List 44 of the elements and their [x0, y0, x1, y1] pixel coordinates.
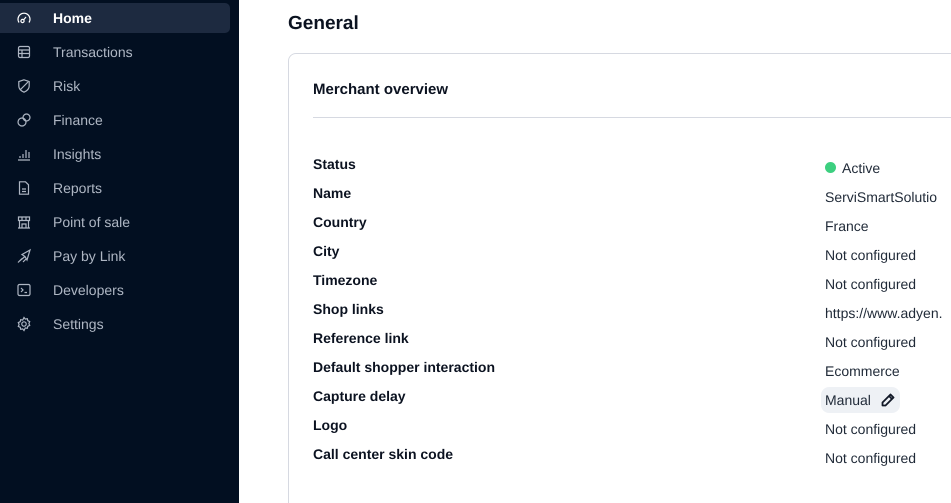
- field-value: France: [825, 218, 869, 234]
- sidebar-item[interactable]: Risk: [0, 71, 230, 101]
- store-icon: [16, 214, 32, 230]
- card-title: Merchant overview: [313, 80, 450, 100]
- field-label: Call center skin code: [313, 446, 454, 462]
- field-value: Not configured: [825, 334, 916, 350]
- edit-button[interactable]: Manual: [821, 386, 900, 412]
- pencil-icon: [880, 392, 896, 408]
- field-label: Country: [313, 214, 368, 230]
- field-label: Shop links: [313, 300, 385, 316]
- field-label: Capture delay: [313, 388, 407, 404]
- status-value: Active: [842, 160, 880, 176]
- field-value: Not configured: [825, 276, 916, 292]
- field-value: https://www.adyen.: [825, 304, 943, 320]
- field-value: Not configured: [825, 246, 916, 262]
- sidebar-item[interactable]: Finance: [0, 105, 230, 135]
- field-label: Status: [313, 156, 357, 172]
- field-value: Not configured: [825, 420, 916, 436]
- field-label: Logo: [313, 416, 348, 432]
- field-value: Not configured: [825, 450, 916, 466]
- plane-icon: [16, 248, 32, 264]
- sidebar-item[interactable]: Pay by Link: [0, 241, 230, 271]
- field-label: Timezone: [313, 272, 378, 288]
- field-value: Ecommerce: [825, 362, 900, 378]
- coins-icon: [16, 112, 32, 128]
- sidebar-item[interactable]: Settings: [0, 309, 230, 339]
- sidebar-item[interactable]: Home: [0, 3, 230, 33]
- sidebar-item[interactable]: Transactions: [0, 37, 230, 67]
- gear-icon: [16, 316, 32, 332]
- table-icon: [16, 44, 32, 60]
- doc-icon: [16, 180, 32, 196]
- field-label: City: [313, 242, 340, 258]
- field-label: Default shopper interaction: [313, 358, 496, 374]
- page-title: General: [288, 12, 360, 36]
- sidebar-item[interactable]: Developers: [0, 275, 230, 305]
- field-value: ServiSmartSolutio: [825, 188, 938, 204]
- sidebar-item[interactable]: Insights: [0, 139, 230, 169]
- field-label: Reference link: [313, 330, 410, 346]
- gauge-icon: [16, 10, 32, 26]
- sidebar-item[interactable]: Point of sale: [0, 207, 230, 237]
- shield-icon: [16, 78, 32, 94]
- field-label: Name: [313, 184, 352, 200]
- sidebar-item[interactable]: Reports: [0, 173, 230, 203]
- terminal-icon: [16, 282, 32, 298]
